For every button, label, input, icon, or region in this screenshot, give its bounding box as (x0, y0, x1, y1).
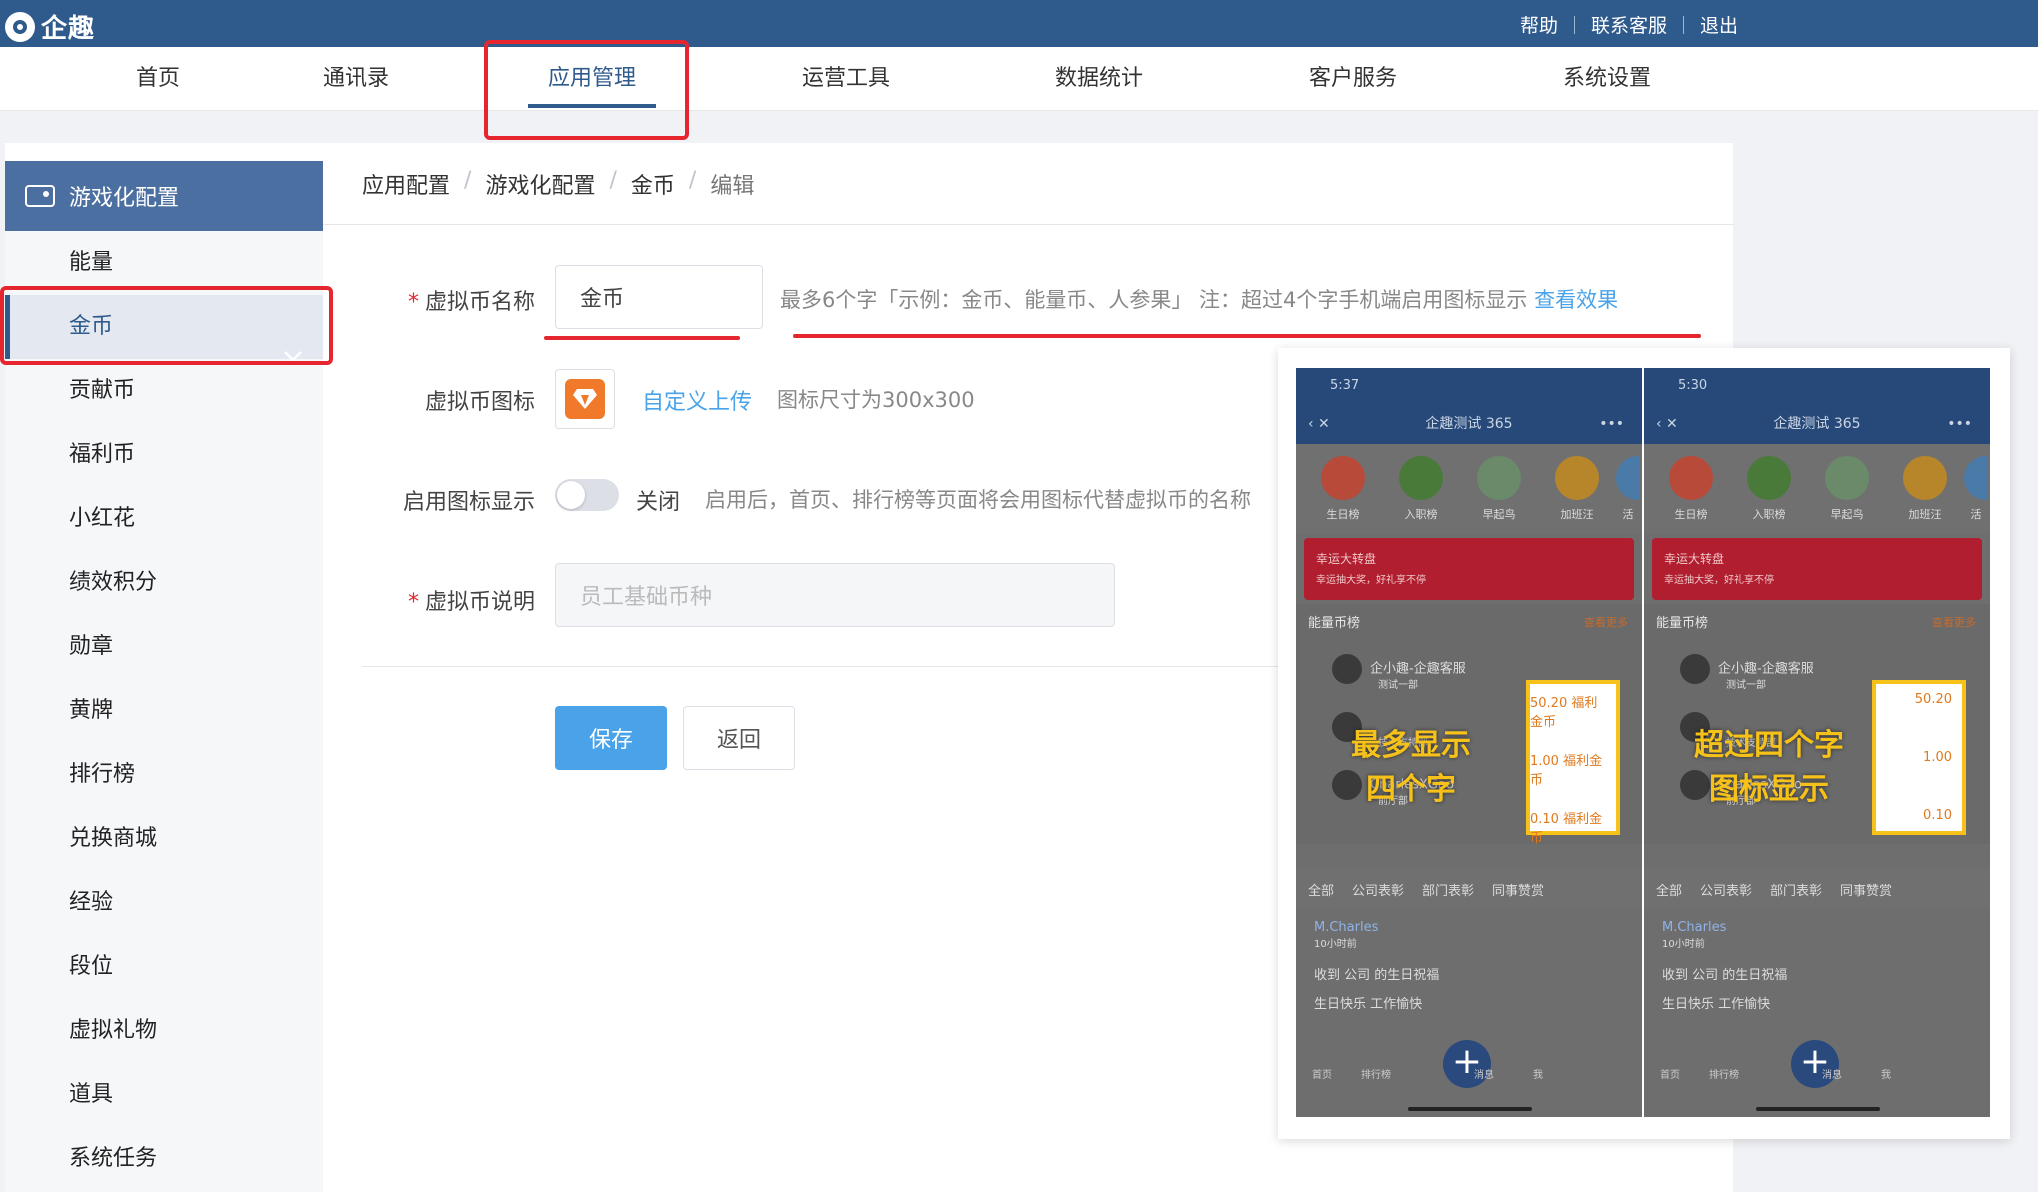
value-callout-box: 50.20 1.00 0.10 (1872, 680, 1966, 835)
icon-label: 虚拟币图标 (424, 390, 535, 415)
breadcrumb-item[interactable]: 金币 (631, 168, 675, 200)
phone-icon-row: 生日榜 入职榜 早起鸟 加班汪 活 (1296, 444, 1642, 534)
highlight-box (0, 286, 333, 365)
diamond-icon (565, 379, 605, 419)
sidebar-item-red-flower[interactable]: 小红花 (5, 487, 323, 551)
phone-time: 5:37 (1296, 368, 1642, 404)
main-nav: 首页 通讯录 应用管理 运营工具 数据统计 客户服务 系统设置 (0, 47, 2038, 111)
highlight-box (484, 40, 689, 140)
breadcrumb-item[interactable]: 应用配置 (362, 168, 450, 200)
phone-banner: 幸运大转盘 幸运抽大奖，好礼享不停 (1304, 538, 1634, 600)
callout-text: 超过四个字 图标显示 (1694, 728, 1844, 807)
top-links: 帮助 联系客服 退出 (1520, 11, 1738, 38)
breadcrumb: 应用配置 / 游戏化配置 / 金币 / 编辑 (362, 168, 754, 200)
toggle-state: 关闭 (636, 490, 681, 515)
nav-statistics[interactable]: 数据统计 (1055, 47, 1143, 111)
coin-icon-preview[interactable] (555, 369, 615, 429)
phone-feed: M.Charles 10小时前 收到 公司 的生日祝福 生日快乐 工作愉快 (1296, 908, 1642, 1058)
phone-preview: 5:30 ‹ ✕ 企趣测试 365 ••• 生日榜 入职榜 早起鸟 加班汪 活 幸运… (1644, 368, 1990, 1117)
help-link[interactable]: 帮助 (1520, 11, 1558, 38)
value-callout-box: 50.20 福利金币 1.00 福利金币 0.10 福利金币 (1526, 680, 1620, 846)
breadcrumb-separator: / (609, 168, 617, 193)
sidebar-item-virtual-gift[interactable]: 虚拟礼物 (5, 999, 323, 1063)
phone-title-bar: ‹ ✕ 企趣测试 365 ••• (1296, 404, 1642, 444)
breadcrumb-separator: / (464, 168, 472, 193)
phone-tabs: 全部 公司表彰 部门表彰 同事赞赏 (1296, 868, 1642, 908)
nav-operation-tools[interactable]: 运营工具 (802, 47, 890, 111)
app-title: 企趣 (41, 14, 96, 44)
sidebar-item-props[interactable]: 道具 (5, 1063, 323, 1127)
sidebar-item-experience[interactable]: 经验 (5, 871, 323, 935)
divider (1683, 15, 1685, 34)
nav-customer-service[interactable]: 客户服务 (1309, 47, 1397, 111)
effect-preview-popup: 5:37 ‹ ✕ 企趣测试 365 ••• 生日榜 入职榜 早起鸟 加班汪 活 幸运… (1278, 348, 2010, 1139)
phone-time: 5:30 (1644, 368, 1990, 404)
callout-text: 最多显示 四个字 (1351, 728, 1471, 807)
logo-icon (5, 11, 35, 42)
breadcrumb-item[interactable]: 游戏化配置 (485, 168, 595, 200)
phone-tabbar: + 首页 排行榜 消息 我 (1644, 1040, 1990, 1117)
sidebar-item-contribution-coin[interactable]: 贡献币 (5, 359, 323, 423)
icon-display-toggle[interactable] (555, 479, 619, 511)
divider (1574, 15, 1576, 34)
desc-label: * 虚拟币说明 (407, 590, 535, 615)
save-button[interactable]: 保存 (555, 706, 667, 770)
logo[interactable]: 企趣 (5, 8, 95, 45)
phone-feed: M.Charles 10小时前 收到 公司 的生日祝福 生日快乐 工作愉快 (1644, 908, 1990, 1058)
gamepad-icon (25, 185, 55, 207)
phone-preview: 5:37 ‹ ✕ 企趣测试 365 ••• 生日榜 入职榜 早起鸟 加班汪 活 幸运… (1296, 368, 1642, 1117)
sidebar-item-yellow-card[interactable]: 黄牌 (5, 679, 323, 743)
phone-tabs: 全部 公司表彰 部门表彰 同事赞赏 (1644, 868, 1990, 908)
sidebar-item-medal[interactable]: 勋章 (5, 615, 323, 679)
divider (323, 224, 1733, 225)
annotation-underline (793, 334, 1701, 338)
breadcrumb-separator: / (688, 168, 697, 193)
phone-title-bar: ‹ ✕ 企趣测试 365 ••• (1644, 404, 1990, 444)
sidebar-header[interactable]: 游戏化配置 (5, 161, 323, 362)
phone-tabbar: + 首页 排行榜 消息 我 (1296, 1040, 1642, 1117)
sidebar-item-system-tasks[interactable]: 系统任务 (5, 1127, 323, 1191)
nav-system-settings[interactable]: 系统设置 (1563, 47, 1651, 111)
coin-description-input[interactable]: 员工基础币种 (555, 563, 1115, 627)
divider (362, 666, 1278, 667)
name-hint: 最多6个字「示例：金币、能量币、人参果」 注：超过4个字手机端启用图标显示 查看… (780, 288, 1619, 312)
name-label: * 虚拟币名称 (407, 290, 535, 315)
nav-home[interactable]: 首页 (136, 47, 180, 111)
view-effect-link[interactable]: 查看效果 (1534, 288, 1618, 312)
annotation-underline (544, 336, 740, 340)
sidebar-item-performance-points[interactable]: 绩效积分 (5, 551, 323, 615)
nav-contacts[interactable]: 通讯录 (323, 47, 389, 111)
icon-size-hint: 图标尺寸为300x300 (777, 388, 975, 412)
logout-link[interactable]: 退出 (1700, 11, 1738, 38)
toggle-hint: 启用后，首页、排行榜等页面将会用图标代替虚拟币的名称 (705, 488, 1251, 512)
top-bar: 企趣 帮助 联系客服 退出 (0, 0, 2038, 47)
sidebar-item-exchange-mall[interactable]: 兑换商城 (5, 807, 323, 871)
custom-upload-link[interactable]: 自定义上传 (642, 384, 752, 416)
phone-icon-row: 生日榜 入职榜 早起鸟 加班汪 活 (1644, 444, 1990, 534)
phone-banner: 幸运大转盘 幸运抽大奖，好礼享不停 (1652, 538, 1982, 600)
toggle-label: 启用图标显示 (402, 490, 535, 515)
coin-name-input[interactable]: 金币 (555, 265, 763, 329)
sidebar-header-label: 游戏化配置 (69, 186, 180, 211)
contact-support-link[interactable]: 联系客服 (1591, 11, 1667, 38)
breadcrumb-current: 编辑 (710, 174, 755, 199)
sidebar-item-rank[interactable]: 段位 (5, 935, 323, 999)
sidebar-item-leaderboard[interactable]: 排行榜 (5, 743, 323, 807)
back-button[interactable]: 返回 (683, 706, 795, 770)
sidebar-item-welfare-coin[interactable]: 福利币 (5, 423, 323, 487)
